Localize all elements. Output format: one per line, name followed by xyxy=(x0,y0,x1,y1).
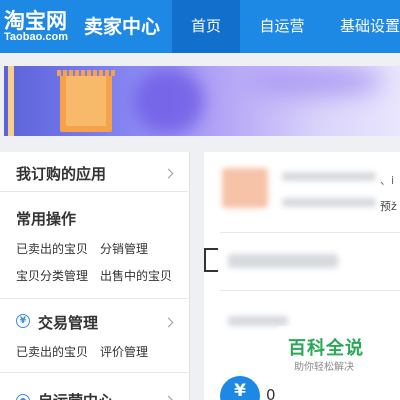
banner-decoration xyxy=(244,66,384,96)
common-ops-title: 常用操作 xyxy=(16,210,77,228)
divider xyxy=(0,372,188,373)
self-operation-center-title[interactable]: 自运营中心 xyxy=(38,390,113,400)
blurred-thumbnail xyxy=(222,168,268,208)
my-apps-label: 我订购的应用 xyxy=(16,165,107,183)
link-item-categories[interactable]: 宝贝分类管理 xyxy=(16,267,88,284)
link-review-management[interactable]: 评价管理 xyxy=(100,343,148,360)
chevron-right-icon xyxy=(163,395,174,400)
divider xyxy=(0,298,188,299)
my-apps-row[interactable]: 我订购的应用 xyxy=(0,152,188,192)
seller-center-title: 卖家中心 xyxy=(84,16,161,38)
banner-decoration xyxy=(8,66,14,136)
yen-icon: ¥ xyxy=(16,314,30,328)
banner-decoration xyxy=(134,68,204,134)
watermark-title: 百科全说 xyxy=(288,338,364,359)
blurred-text xyxy=(228,316,288,326)
stat-value: 0 xyxy=(266,386,276,400)
logo-subtext: Taobao.com xyxy=(4,31,68,43)
tab-home[interactable]: 首页 xyxy=(172,0,240,53)
blurred-heading xyxy=(228,254,338,268)
ticket-illustration xyxy=(57,70,115,132)
logo[interactable]: 淘宝网 Taobao.com 卖家中心 xyxy=(0,0,172,53)
top-nav-bar: 淘宝网 Taobao.com 卖家中心 首页 自运营 基础设置 xyxy=(0,0,400,53)
blurred-text xyxy=(282,172,376,181)
link-distribution[interactable]: 分销管理 xyxy=(100,240,148,257)
chevron-right-icon xyxy=(163,168,174,179)
promo-banner[interactable] xyxy=(4,66,400,136)
divider xyxy=(220,290,400,291)
self-operation-icon xyxy=(16,394,30,400)
trade-management-title[interactable]: 交易管理 xyxy=(38,312,98,333)
section-marker xyxy=(204,248,218,272)
divider xyxy=(220,232,400,233)
truncated-label: 预ž xyxy=(380,200,397,213)
tab-basic-settings[interactable]: 基础设置 xyxy=(324,0,400,53)
chevron-right-icon xyxy=(163,317,174,328)
watermark-subtitle: 助你轻松解决 xyxy=(294,362,354,373)
close-icon[interactable]: 、i xyxy=(380,172,394,188)
tab-self-operation[interactable]: 自运营 xyxy=(244,0,320,53)
link-sold-items-trade[interactable]: 已卖出的宝贝 xyxy=(16,343,88,360)
link-sold-items[interactable]: 已卖出的宝贝 xyxy=(16,240,88,257)
link-items-on-sale[interactable]: 出售中的宝贝 xyxy=(100,267,172,284)
sidebar-card: 我订购的应用 常用操作 已卖出的宝贝 分销管理 宝贝分类管理 出售中的宝贝 ¥ … xyxy=(0,152,190,400)
blurred-text xyxy=(282,198,376,207)
